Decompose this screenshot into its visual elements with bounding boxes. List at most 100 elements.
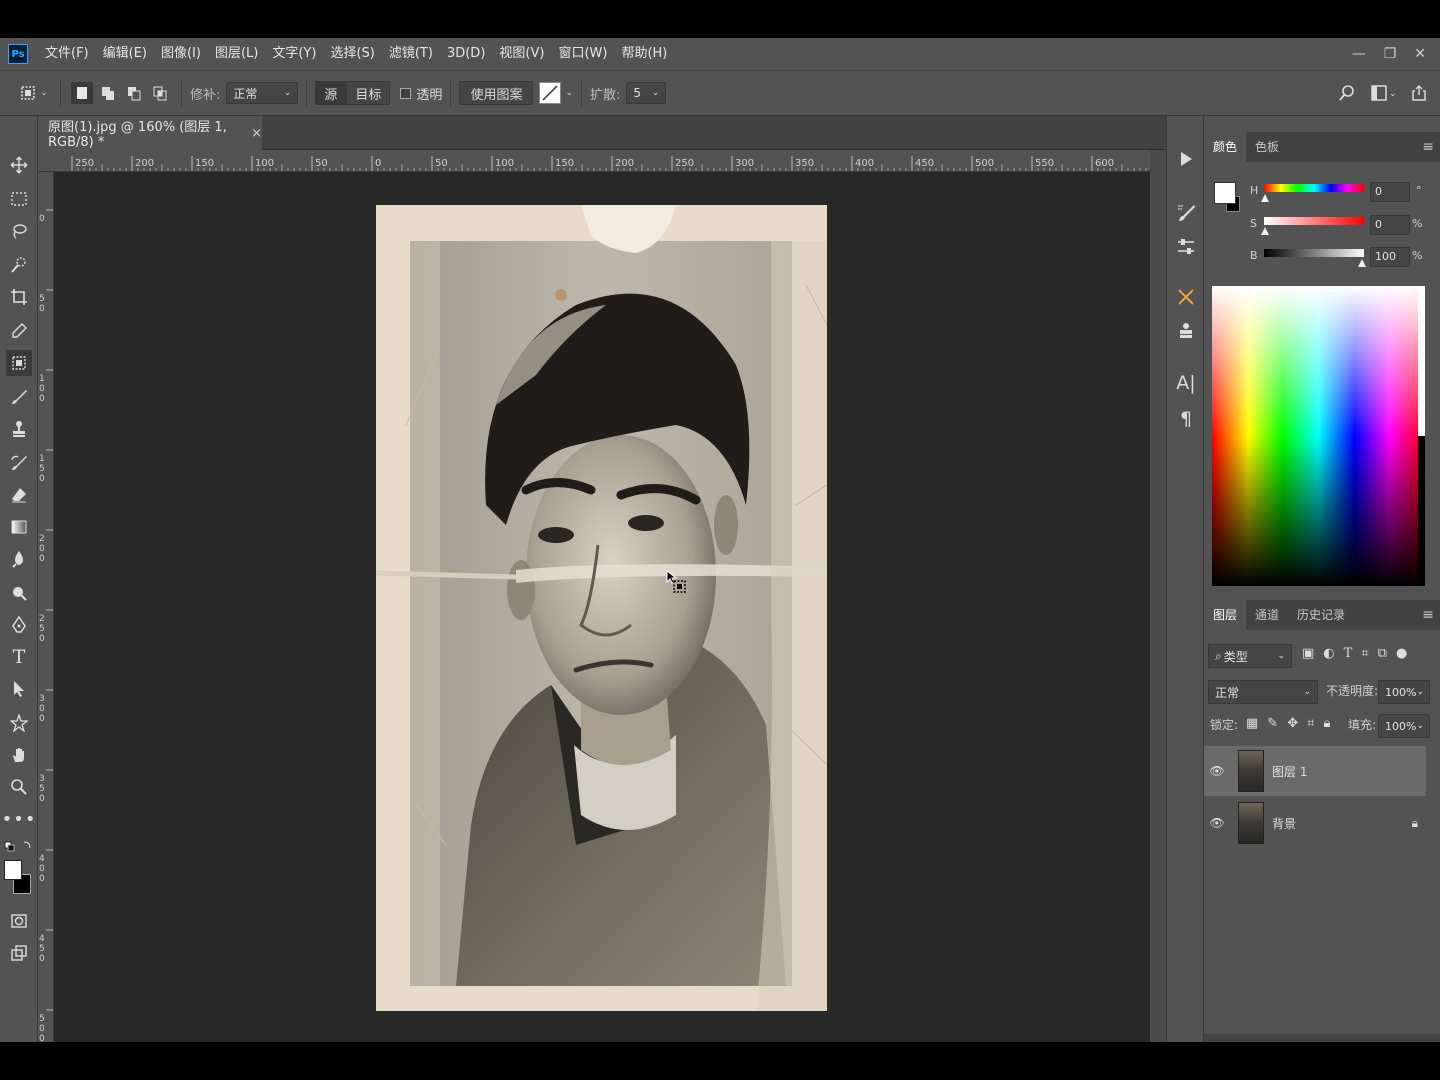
saturation-slider[interactable] (1264, 217, 1364, 225)
foreground-color-swatch[interactable] (4, 860, 22, 880)
use-pattern-button[interactable]: 使用图案 (459, 81, 534, 105)
saturation-input[interactable]: 0 (1370, 215, 1410, 235)
lock-all-icon[interactable]: 🔒︎ (1323, 716, 1330, 731)
share-icon[interactable] (1410, 84, 1428, 102)
tool-presets-button[interactable] (1175, 286, 1197, 308)
document-photo[interactable] (376, 205, 827, 1011)
restore-button[interactable]: ❐ (1384, 46, 1397, 62)
menu-filter[interactable]: 滤镜(T) (382, 38, 440, 70)
brush-settings-button[interactable] (1175, 202, 1197, 224)
menu-file[interactable]: 文件(F) (38, 38, 96, 70)
tab-color[interactable]: 颜色 (1204, 132, 1247, 162)
menu-edit[interactable]: 编辑(E) (96, 38, 154, 70)
hue-slider[interactable] (1264, 184, 1364, 192)
history-brush-tool[interactable] (6, 450, 32, 476)
pattern-swatch[interactable] (539, 82, 562, 104)
marquee-tool[interactable] (6, 186, 32, 212)
document-canvas[interactable] (54, 172, 1150, 1042)
layer-row-background[interactable]: 👁︎ 背景 🔒︎ (1204, 798, 1426, 848)
spectrum-black-bar[interactable] (1418, 436, 1425, 586)
screen-mode-button[interactable] (6, 940, 32, 966)
subtract-selection-button[interactable] (123, 82, 145, 104)
shape-tool[interactable] (6, 710, 32, 736)
clone-stamp-tool[interactable] (6, 416, 32, 442)
type-layer-filter-icon[interactable]: T (1344, 646, 1353, 661)
add-selection-button[interactable] (97, 82, 119, 104)
lasso-tool[interactable] (6, 218, 32, 244)
menu-view[interactable]: 视图(V) (492, 38, 551, 70)
pixel-layer-filter-icon[interactable]: ▣ (1302, 646, 1314, 661)
document-tab[interactable]: 原图(1).jpg @ 160% (图层 1, RGB/8) * × (38, 116, 262, 150)
crop-tool[interactable] (6, 284, 32, 310)
panel-menu-icon[interactable]: ≡ (1422, 607, 1434, 623)
intersect-selection-button[interactable] (149, 82, 171, 104)
path-select-tool[interactable] (6, 676, 32, 702)
quick-select-tool[interactable] (6, 252, 32, 278)
source-button[interactable]: 源 (315, 81, 347, 105)
actions-panel-button[interactable] (1175, 148, 1197, 170)
tab-layers[interactable]: 图层 (1204, 600, 1247, 630)
chevron-down-icon[interactable]: ⌄ (565, 88, 573, 98)
hue-slider-handle[interactable] (1261, 194, 1269, 202)
color-spectrum[interactable] (1212, 286, 1425, 586)
search-icon[interactable] (1338, 84, 1356, 102)
zoom-tool[interactable] (6, 774, 32, 800)
brightness-slider[interactable] (1264, 249, 1364, 257)
minimize-button[interactable]: — (1352, 46, 1366, 62)
opacity-input[interactable]: 100% ⌄ (1378, 680, 1430, 704)
pen-tool[interactable] (6, 612, 32, 638)
character-panel-button[interactable]: A| (1175, 372, 1197, 394)
target-button[interactable]: 目标 (346, 81, 391, 105)
brightness-input[interactable]: 100 (1370, 247, 1410, 267)
clone-source-button[interactable] (1175, 320, 1197, 342)
adjustment-layer-filter-icon[interactable]: ◐ (1323, 646, 1334, 661)
shape-layer-filter-icon[interactable]: ⌗ (1361, 646, 1368, 661)
quick-mask-button[interactable] (6, 908, 32, 934)
close-tab-icon[interactable]: × (251, 126, 262, 141)
menu-help[interactable]: 帮助(H) (614, 38, 674, 70)
tab-channels[interactable]: 通道 (1246, 600, 1288, 630)
saturation-slider-handle[interactable] (1261, 227, 1269, 235)
patch-mode-select[interactable]: 正常 ⌄ (226, 82, 299, 104)
fill-input[interactable]: 100% ⌄ (1378, 714, 1430, 738)
menu-3d[interactable]: 3D(D) (440, 38, 492, 70)
brush-tool[interactable] (6, 384, 32, 410)
spectrum-white-bar[interactable] (1418, 286, 1425, 436)
lock-pixels-icon[interactable]: ✎ (1267, 716, 1278, 731)
eyedropper-tool[interactable] (6, 318, 32, 344)
type-tool[interactable]: T (6, 644, 32, 670)
vertical-scrollbar[interactable] (1150, 150, 1166, 1042)
hand-tool[interactable] (6, 742, 32, 768)
default-colors-button[interactable] (4, 838, 34, 852)
eraser-tool[interactable] (6, 482, 32, 508)
menu-window[interactable]: 窗口(W) (551, 38, 614, 70)
hue-input[interactable]: 0 (1370, 182, 1410, 202)
new-selection-button[interactable] (71, 82, 93, 104)
tool-preset-picker[interactable]: ⌄ (16, 82, 50, 104)
layer-row-layer1[interactable]: 👁︎ 图层 1 (1204, 746, 1426, 796)
blur-tool[interactable] (6, 546, 32, 572)
eye-icon[interactable]: 👁︎ (1204, 816, 1230, 830)
menu-type[interactable]: 文字(Y) (265, 38, 323, 70)
paragraph-panel-button[interactable]: ¶ (1175, 408, 1197, 430)
menu-image[interactable]: 图像(I) (154, 38, 208, 70)
gradient-tool[interactable] (6, 514, 32, 540)
eye-icon[interactable]: 👁︎ (1204, 764, 1230, 778)
menu-select[interactable]: 选择(S) (323, 38, 381, 70)
panel-menu-icon[interactable]: ≡ (1422, 139, 1434, 155)
lock-position-icon[interactable]: ✥ (1287, 716, 1298, 731)
brightness-slider-handle[interactable] (1358, 259, 1366, 267)
move-tool[interactable] (6, 152, 32, 178)
dodge-tool[interactable] (6, 580, 32, 606)
lock-artboard-icon[interactable]: ⌗ (1307, 716, 1314, 731)
patch-tool[interactable] (6, 350, 32, 376)
blend-mode-select[interactable]: 正常 ⌄ (1208, 680, 1318, 704)
diffusion-select[interactable]: 5 ⌄ (626, 82, 667, 104)
smart-object-filter-icon[interactable]: ⧉ (1378, 646, 1387, 661)
menu-layer[interactable]: 图层(L) (208, 38, 265, 70)
transparent-checkbox[interactable]: 透明 (400, 84, 442, 103)
close-button[interactable]: ✕ (1414, 46, 1426, 62)
tab-history[interactable]: 历史记录 (1288, 600, 1354, 630)
filter-toggle-icon[interactable]: ● (1396, 646, 1407, 661)
lock-transparent-icon[interactable]: ▦ (1246, 716, 1258, 731)
